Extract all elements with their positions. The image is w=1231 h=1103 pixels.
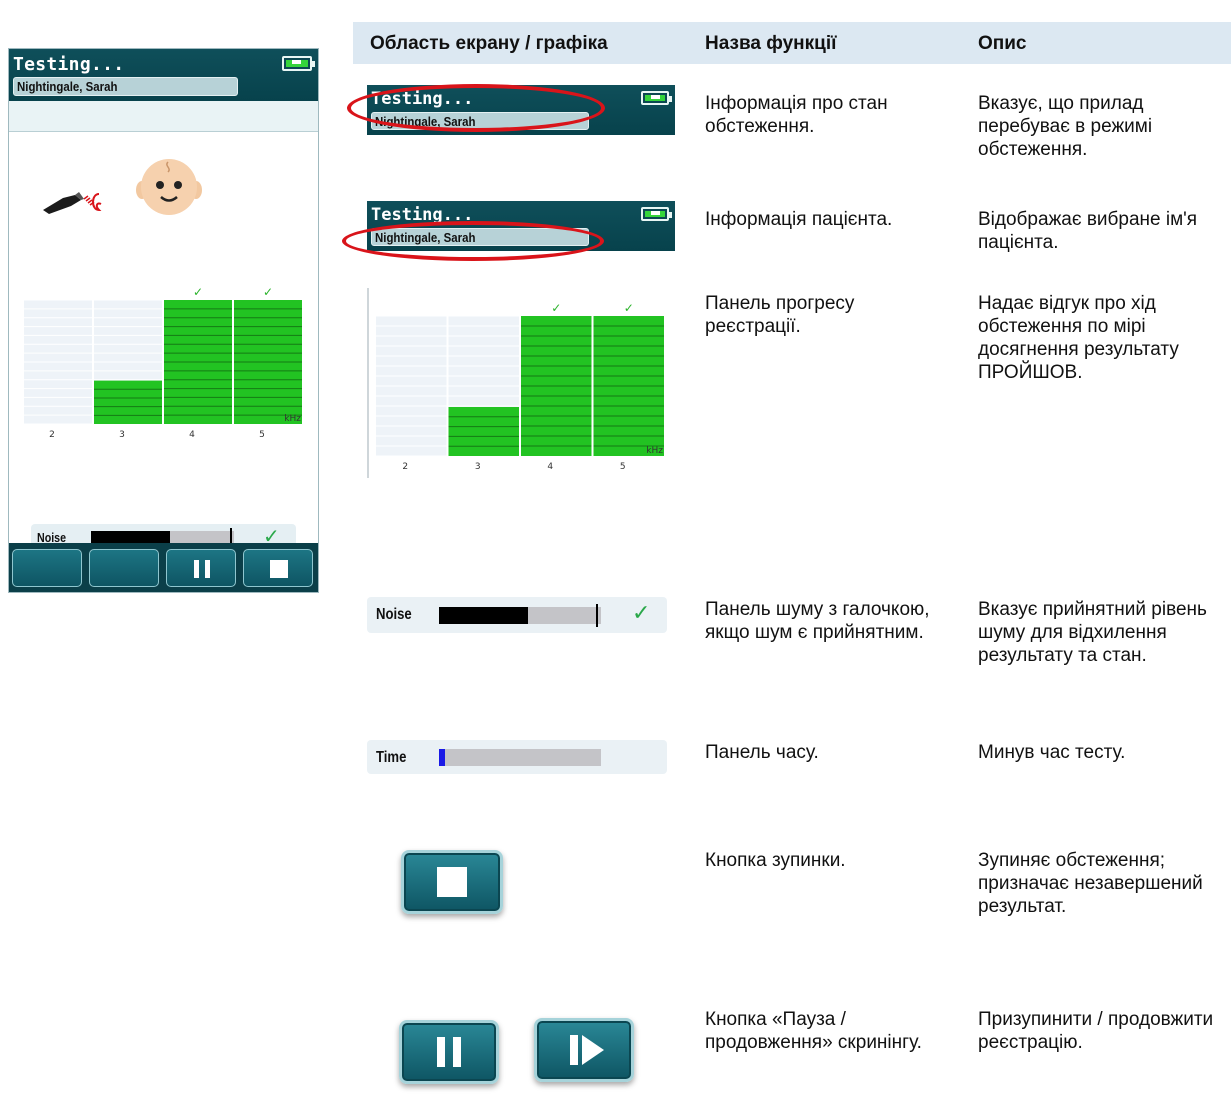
col-header-function: Назва функції bbox=[705, 33, 837, 54]
thumb-time-bar bbox=[439, 749, 601, 766]
row6-function: Кнопка зупинки. bbox=[705, 850, 846, 871]
footer-button-1[interactable] bbox=[12, 549, 82, 587]
thumb-time-row: Time bbox=[367, 740, 667, 774]
pause-icon bbox=[194, 560, 210, 578]
row3-description: Надає відгук про хід обстеження по мірі … bbox=[978, 293, 1179, 383]
device-progress-chart: ✓ ✓ 2 3 4 5 kHz bbox=[24, 285, 302, 440]
stop-icon bbox=[437, 867, 467, 897]
row3-function: Панель прогресу реєстрації. bbox=[705, 293, 855, 337]
battery-icon bbox=[282, 56, 315, 71]
thumb-noise-threshold-marker bbox=[596, 604, 599, 627]
check-icon: ✓ bbox=[632, 600, 651, 625]
chart-tick-label: 5 bbox=[620, 462, 626, 472]
chart-pass-check-icon: ✓ bbox=[624, 301, 634, 315]
thumb-noise-label: Noise bbox=[376, 606, 412, 623]
thumb-progress-chart: ✓ ✓ 2 3 4 5 kHz bbox=[376, 301, 664, 472]
chart-unit-label: kHz bbox=[646, 446, 663, 456]
pause-button-large[interactable] bbox=[399, 1020, 499, 1084]
chart-unit-label: kHz bbox=[284, 414, 301, 424]
device-test-panel: ✓✓2345kHz Noise ✓ Time bbox=[9, 131, 318, 587]
thumb-noise-bar-fill bbox=[439, 607, 529, 624]
probe-icon bbox=[43, 192, 102, 214]
thumb-noise-bar bbox=[439, 604, 601, 627]
patient-name-box: Nightingale, Sarah bbox=[13, 77, 238, 96]
col-header-area: Область екрану / графіка bbox=[370, 33, 608, 54]
chart-tick-label: 2 bbox=[49, 430, 55, 440]
row2-function: Інформація пацієнта. bbox=[705, 209, 893, 230]
row6-description: Зупиняє обстеження; призначає незавершен… bbox=[978, 850, 1203, 917]
baby-face-icon bbox=[136, 159, 202, 215]
row5-description: Минув час тесту. bbox=[978, 742, 1126, 763]
chart-pass-check-icon: ✓ bbox=[263, 285, 273, 299]
chart-tick-label: 4 bbox=[189, 430, 195, 440]
row7-function: Кнопка «Пауза / продовження» скринінгу. bbox=[705, 1009, 922, 1053]
chart-tick-label: 5 bbox=[259, 430, 265, 440]
row1-function: Інформація про стан обстеження. bbox=[705, 93, 888, 137]
chart-tick-label: 3 bbox=[475, 462, 481, 472]
thumb-time-label: Time bbox=[376, 749, 407, 766]
pause-icon bbox=[437, 1037, 461, 1067]
resume-button-large[interactable] bbox=[534, 1018, 634, 1082]
pause-button[interactable] bbox=[166, 549, 236, 587]
row5-function: Панель часу. bbox=[705, 742, 819, 763]
col-header-description: Опис bbox=[978, 33, 1027, 54]
chart-bar bbox=[448, 407, 519, 456]
stop-button-large[interactable] bbox=[401, 850, 503, 914]
row2-description: Відображає вибране ім'я пацієнта. bbox=[978, 209, 1198, 253]
chart-pass-check-icon: ✓ bbox=[193, 285, 203, 299]
footer-button-2[interactable] bbox=[89, 549, 159, 587]
stop-icon bbox=[270, 560, 288, 578]
stop-button[interactable] bbox=[243, 549, 313, 587]
row4-function: Панель шуму з галочкою, якщо шум є прийн… bbox=[705, 599, 930, 643]
play-icon bbox=[570, 1035, 604, 1065]
thumb-chart-edge bbox=[367, 288, 369, 478]
device-footer bbox=[9, 543, 318, 592]
battery-icon bbox=[641, 91, 672, 105]
chart-tick-label: 2 bbox=[402, 462, 408, 472]
row4-description: Вказує прийнятний рівень шуму для відхил… bbox=[978, 599, 1207, 666]
highlight-patient bbox=[342, 221, 604, 261]
highlight-status bbox=[347, 84, 605, 132]
row1-description: Вказує, що прилад перебуває в режимі обс… bbox=[978, 93, 1153, 160]
thumb-noise-row: Noise ✓ bbox=[367, 597, 667, 633]
row7-description: Призупинити / продовжити реєстрацію. bbox=[978, 1009, 1214, 1053]
table-header: Область екрану / графіка Назва функції О… bbox=[353, 22, 1231, 64]
chart-tick-label: 3 bbox=[119, 430, 125, 440]
chart-bar bbox=[94, 380, 162, 424]
battery-icon bbox=[641, 207, 672, 221]
chart-pass-check-icon: ✓ bbox=[551, 301, 561, 315]
chart-tick-label: 4 bbox=[547, 462, 553, 472]
device-screen: Testing... Nightingale, Sarah ✓ ✓ 2 3 4 5 kHz … bbox=[8, 48, 319, 593]
device-status-title: Testing... bbox=[13, 54, 125, 75]
device-header: Testing... Nightingale, Sarah bbox=[9, 49, 318, 101]
thumb-time-bar-fill bbox=[439, 749, 446, 766]
patient-name: Nightingale, Sarah bbox=[17, 79, 118, 94]
